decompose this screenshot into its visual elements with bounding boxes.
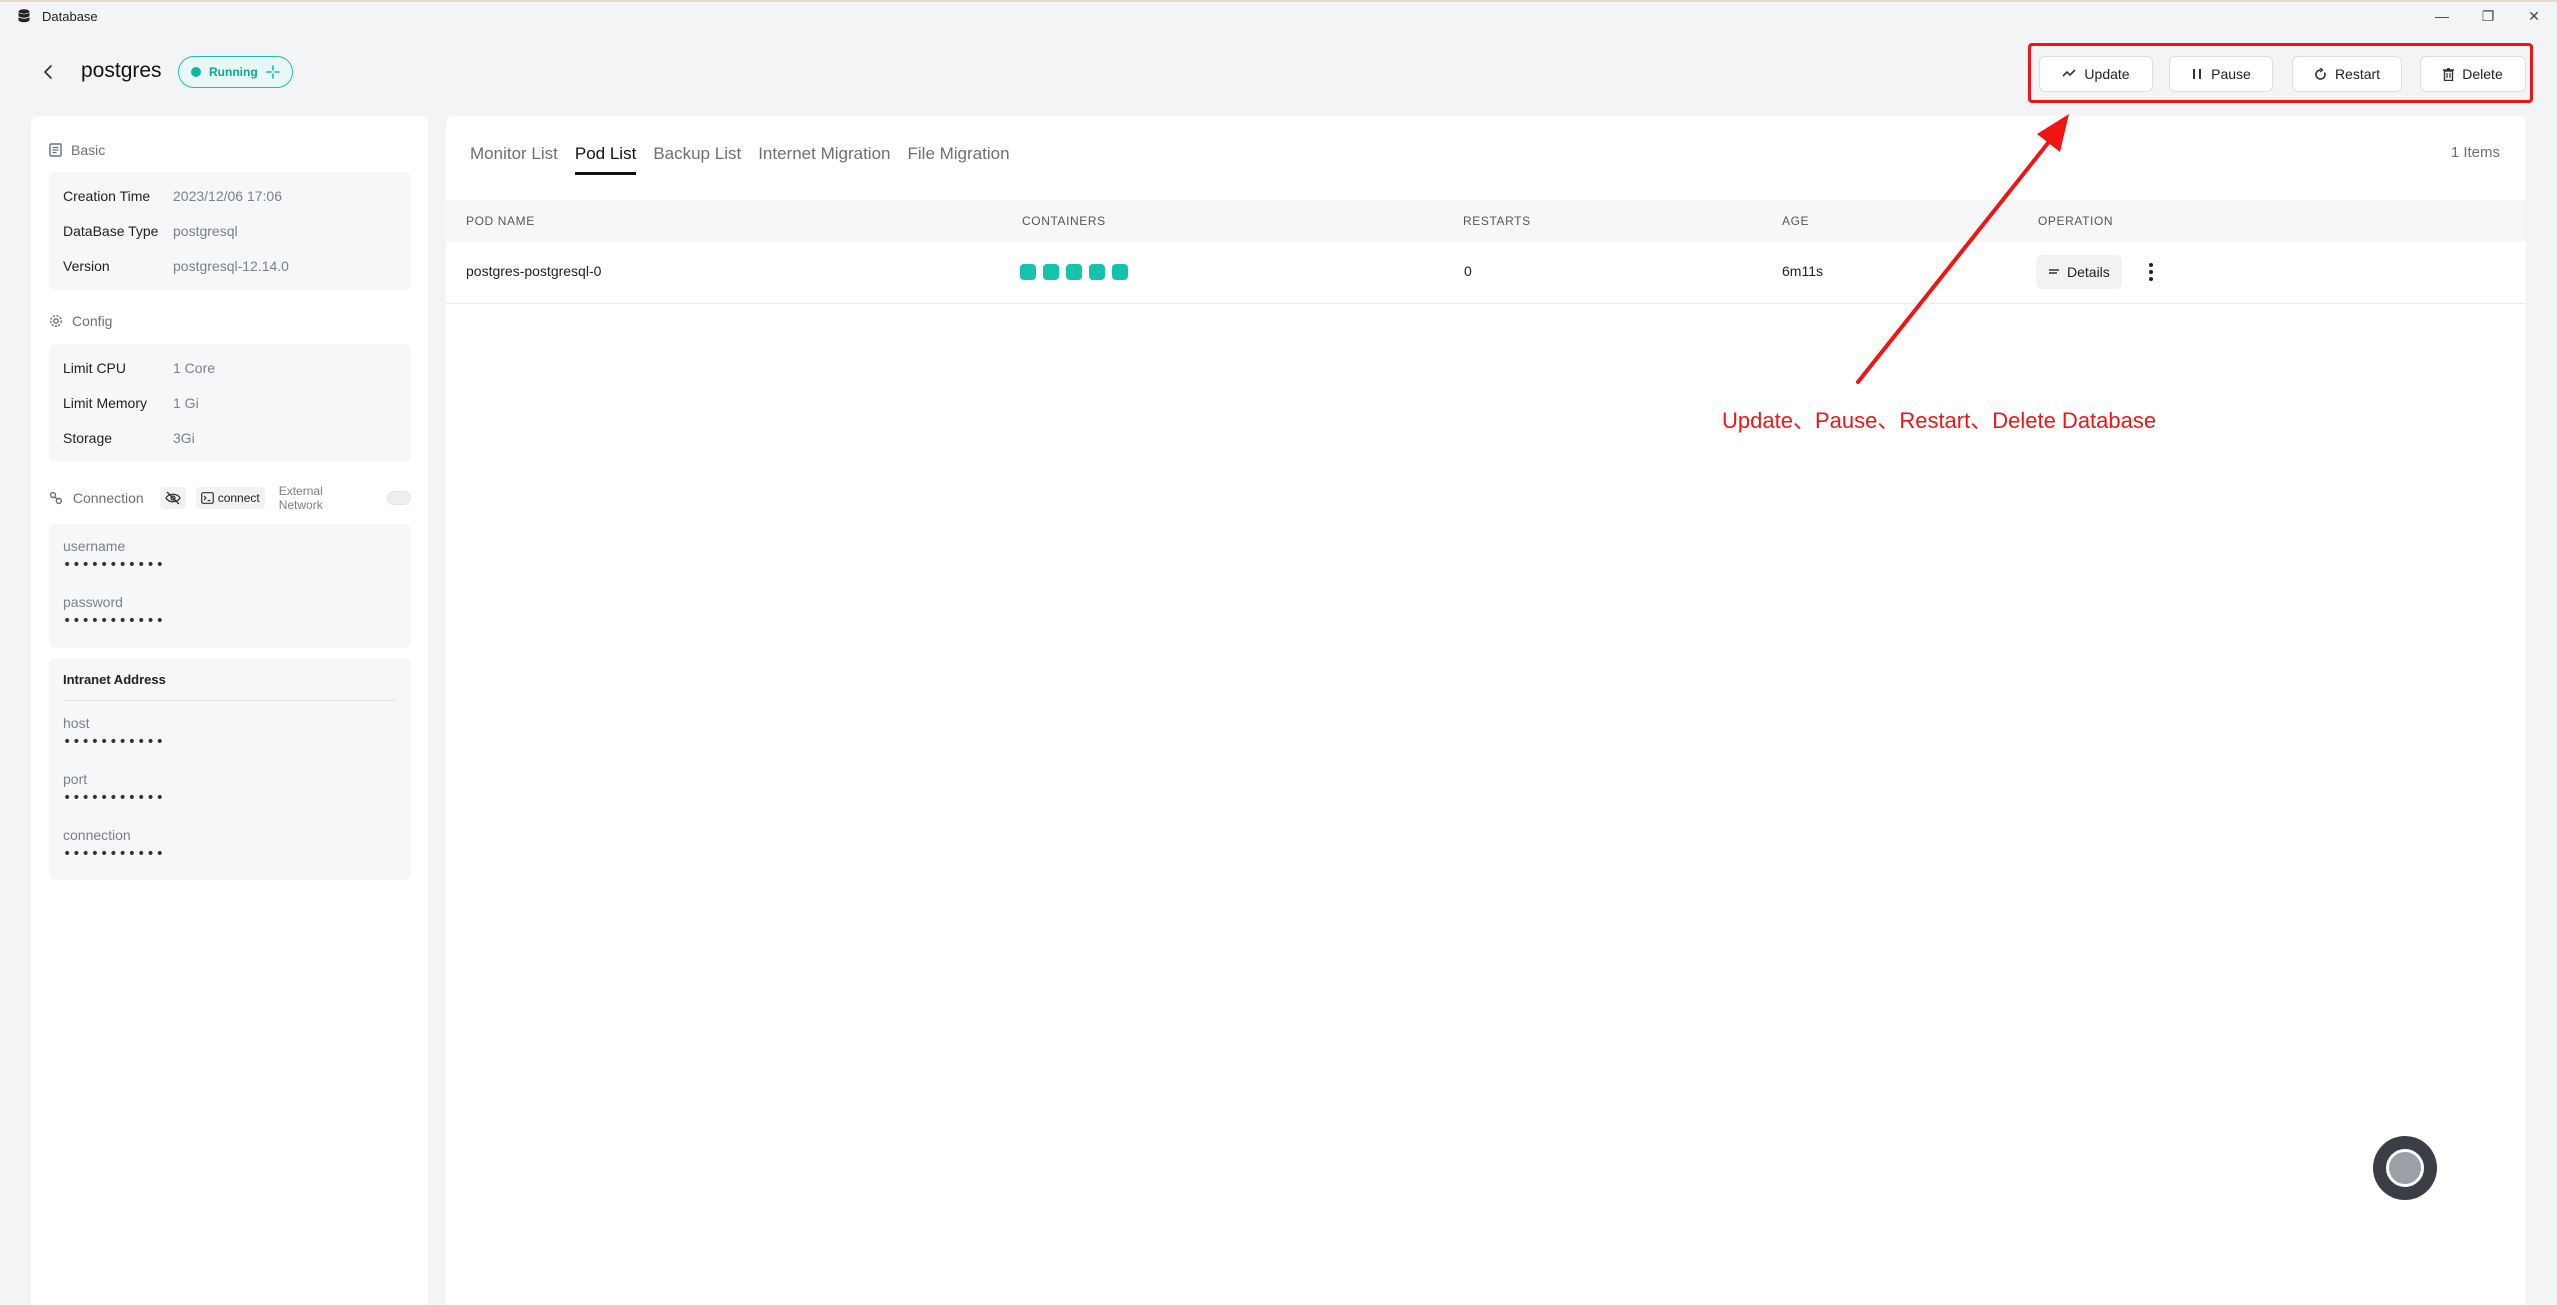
items-count: 1 Items [2450,144,2500,161]
eye-off-icon [164,491,181,505]
update-icon [2062,69,2076,77]
basic-row: Creation Time 2023/12/06 17:06 [63,188,282,204]
config-section-title: Config [49,313,112,329]
containers-cell [1020,264,1128,280]
pod-name-cell: postgres-postgresql-0 [466,263,602,279]
age-cell: 6m11s [1782,263,1823,279]
connect-button[interactable]: connect [195,487,265,509]
password-label: password [63,594,123,610]
details-button[interactable]: Details [2036,255,2122,289]
connection-toolbar: Connection connect External Network [49,484,411,512]
basic-row: Version postgresql-12.14.0 [63,258,289,274]
column-header-restarts: RESTARTS [1463,214,1531,228]
sparkle-icon [265,65,280,79]
divider [63,700,397,701]
delete-button[interactable]: Delete [2420,56,2526,92]
intranet-address-title: Intranet Address [63,672,166,687]
credentials-box: username ••••••••••• password ••••••••••… [49,524,411,648]
delete-label: Delete [2462,66,2503,82]
toggle-visibility-button[interactable] [159,487,186,509]
column-header-pod-name: POD NAME [466,214,535,228]
username-label: username [63,538,126,554]
basic-info-box: Creation Time 2023/12/06 17:06 DataBase … [49,172,411,290]
window-title: Database [42,8,98,24]
port-value: ••••••••••• [63,790,165,806]
connection-string-label: connection [63,827,131,843]
restart-icon [2315,67,2326,80]
floating-assistant-button[interactable] [2373,1136,2437,1200]
config-row: Limit CPU 1 Core [63,360,216,376]
link-icon [49,491,63,505]
container-status-icon [1066,264,1082,280]
page-header: postgres Running Update Pause Restart De… [0,30,2557,116]
tab-file-migration[interactable]: File Migration [908,144,1010,175]
basic-row: DataBase Type postgresql [63,223,238,239]
database-icon [18,8,32,24]
username-value: ••••••••••• [63,557,165,573]
status-label: Running [209,65,258,79]
annotation-text: Update、Pause、Restart、Delete Database [1722,408,2157,433]
connection-string-value: ••••••••••• [63,846,165,862]
pause-icon [2193,69,2202,79]
window-controls: — ❐ ✕ [2419,2,2557,30]
pause-button[interactable]: Pause [2169,56,2273,92]
container-status-icon [1020,264,1036,280]
tab-backup-list[interactable]: Backup List [653,144,741,175]
external-network-label: External Network [278,484,323,512]
details-icon [2049,269,2059,274]
restart-label: Restart [2334,66,2381,82]
chevron-left-icon [44,65,52,79]
restart-button[interactable]: Restart [2292,56,2402,92]
more-options-icon[interactable] [2143,258,2159,286]
update-button[interactable]: Update [2039,56,2153,92]
main-panel: Monitor List Pod List Backup List Intern… [446,116,2526,1305]
tab-internet-migration[interactable]: Internet Migration [758,144,890,175]
minimize-button[interactable]: — [2419,2,2465,30]
close-button[interactable]: ✕ [2511,2,2557,30]
update-label: Update [2084,66,2130,82]
intranet-address-box: Intranet Address host ••••••••••• port •… [49,658,411,880]
table-row: postgres-postgresql-0 0 6m11s Details [446,242,2526,304]
status-badge: Running [178,56,293,88]
gear-icon [49,314,63,328]
window-titlebar: Database — ❐ ✕ [0,0,2557,30]
restarts-cell: 0 [1464,263,1472,279]
config-info-box: Limit CPU 1 Core Limit Memory 1 Gi Stora… [49,344,411,462]
container-status-icon [1112,264,1128,280]
column-header-operation: OPERATION [2038,214,2114,228]
password-value: ••••••••••• [63,613,165,629]
status-dot-icon [191,67,201,77]
details-sidebar: Basic Creation Time 2023/12/06 17:06 Dat… [31,116,428,1305]
trash-icon [2443,67,2455,81]
host-label: host [63,715,90,731]
container-status-icon [1089,264,1105,280]
external-network-toggle[interactable] [387,491,411,505]
connect-label: connect [217,491,260,505]
terminal-icon [200,492,214,504]
back-button[interactable] [36,60,60,84]
table-header: POD NAME CONTAINERS RESTARTS AGE OPERATI… [446,200,2526,242]
connection-section-title: Connection [72,490,144,506]
config-row: Storage 3Gi [63,430,195,446]
column-header-age: AGE [1782,214,1810,228]
tab-bar: Monitor List Pod List Backup List Intern… [470,144,1010,175]
assistant-icon [2386,1149,2424,1187]
restore-button[interactable]: ❐ [2465,2,2511,30]
config-row: Limit Memory 1 Gi [63,395,199,411]
tab-pod-list[interactable]: Pod List [574,144,637,175]
host-value: ••••••••••• [63,734,165,750]
document-icon [49,143,62,157]
port-label: port [63,771,88,787]
container-status-icon [1043,264,1059,280]
page-title: postgres [81,59,162,82]
tab-monitor-list[interactable]: Monitor List [470,144,558,175]
pause-label: Pause [2211,66,2251,82]
column-header-containers: CONTAINERS [1022,214,1106,228]
details-label: Details [2067,264,2110,280]
basic-section-title: Basic [49,142,105,158]
